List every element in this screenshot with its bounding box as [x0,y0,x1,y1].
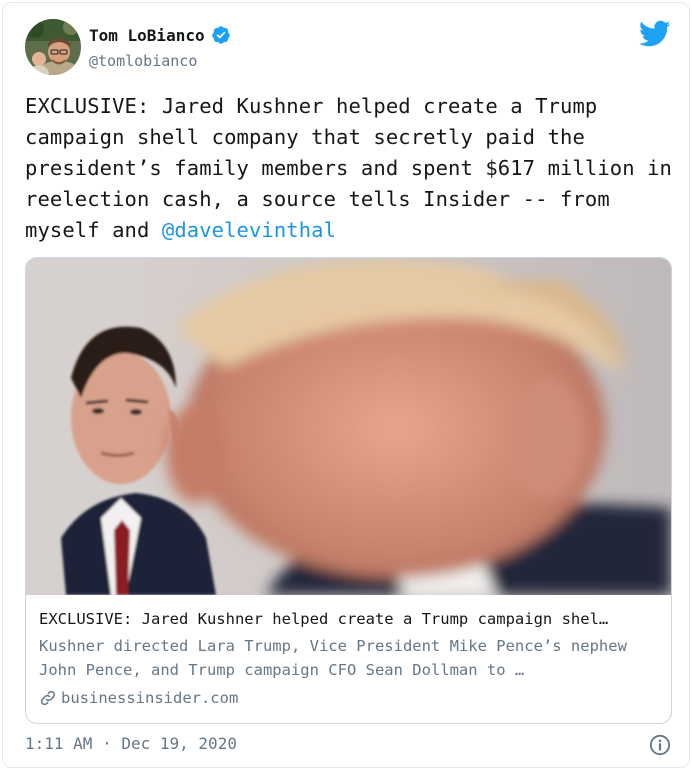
link-meta: EXCLUSIVE: Jared Kushner helped create a… [39,608,661,709]
link-title: EXCLUSIVE: Jared Kushner helped create a… [39,610,609,628]
author-name[interactable]: Tom LoBianco [89,25,231,45]
info-icon[interactable] [649,734,671,756]
tweet-text: EXCLUSIVE: Jared Kushner helped create a… [25,91,675,246]
author-handle[interactable]: @tomlobianco [89,52,197,70]
link-icon [39,689,57,707]
tweet-body: EXCLUSIVE: Jared Kushner helped create a… [25,94,672,242]
timestamp-separator: · [102,734,112,753]
mention-link[interactable]: @davelevinthal [162,218,336,242]
tweet-timestamp[interactable]: 1:11 AM · Dec 19, 2020 [25,734,237,753]
link-domain: businessinsider.com [61,689,239,707]
tweet-date: Dec 19, 2020 [121,734,237,753]
link-description: Kushner directed Lara Trump, Vice Presid… [39,637,627,679]
article-image [26,258,671,595]
author-name-text: Tom LoBianco [89,25,205,45]
embedded-tweet-card: Tom LoBianco @tomlobianco EXCLUSIVE: Jar… [2,2,690,768]
link-preview-card[interactable]: EXCLUSIVE: Jared Kushner helped create a… [25,257,672,724]
verified-badge-icon [211,25,231,45]
author-avatar[interactable] [25,19,81,75]
link-domain-row: businessinsider.com [39,687,661,709]
twitter-bird-icon[interactable] [639,20,671,48]
tweet-time: 1:11 AM [25,734,93,753]
